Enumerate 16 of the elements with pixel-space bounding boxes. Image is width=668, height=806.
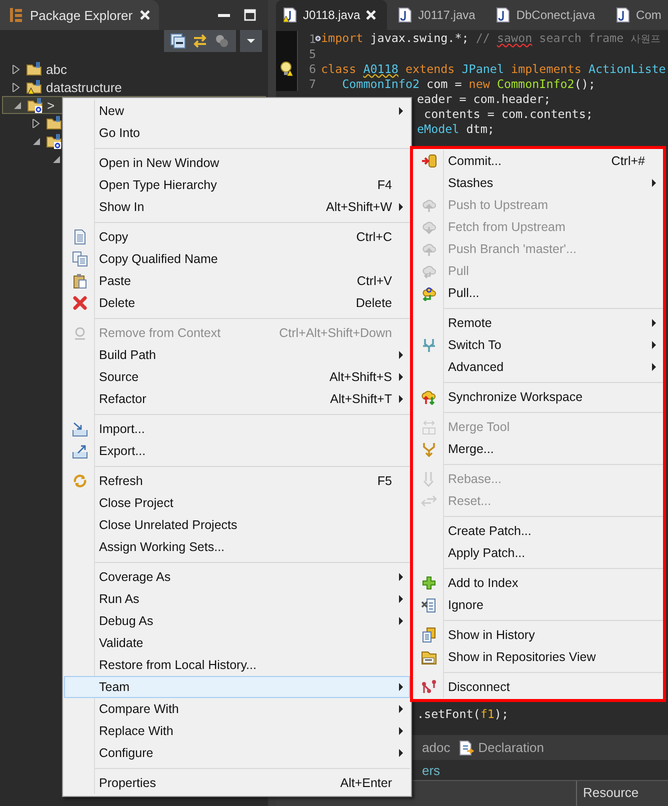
project-name: >	[47, 98, 55, 112]
view-title: Package Explorer	[30, 8, 133, 22]
line-number: 6	[308, 62, 316, 76]
project-name: datastructure	[46, 80, 122, 94]
code-line: import javax.swing.*; // sawon search frame 사원프	[321, 31, 661, 46]
line-number: 7	[308, 76, 316, 90]
code-line: eModel dtm;	[417, 122, 494, 136]
view-title: ers	[422, 762, 440, 778]
line-number: 5	[308, 46, 316, 60]
code-line: .setFont(f1);	[417, 706, 508, 720]
line-number: 1	[308, 32, 316, 46]
project-name: abc	[46, 62, 67, 76]
code-line: eader = com.header;	[417, 92, 551, 106]
code-line: CommonInfo2 com = new CommonInfo2();	[341, 76, 596, 90]
code-line: contents = com.contents;	[423, 106, 593, 120]
code-line: class A0118 extends JPanel implements ActionListe	[321, 62, 666, 76]
